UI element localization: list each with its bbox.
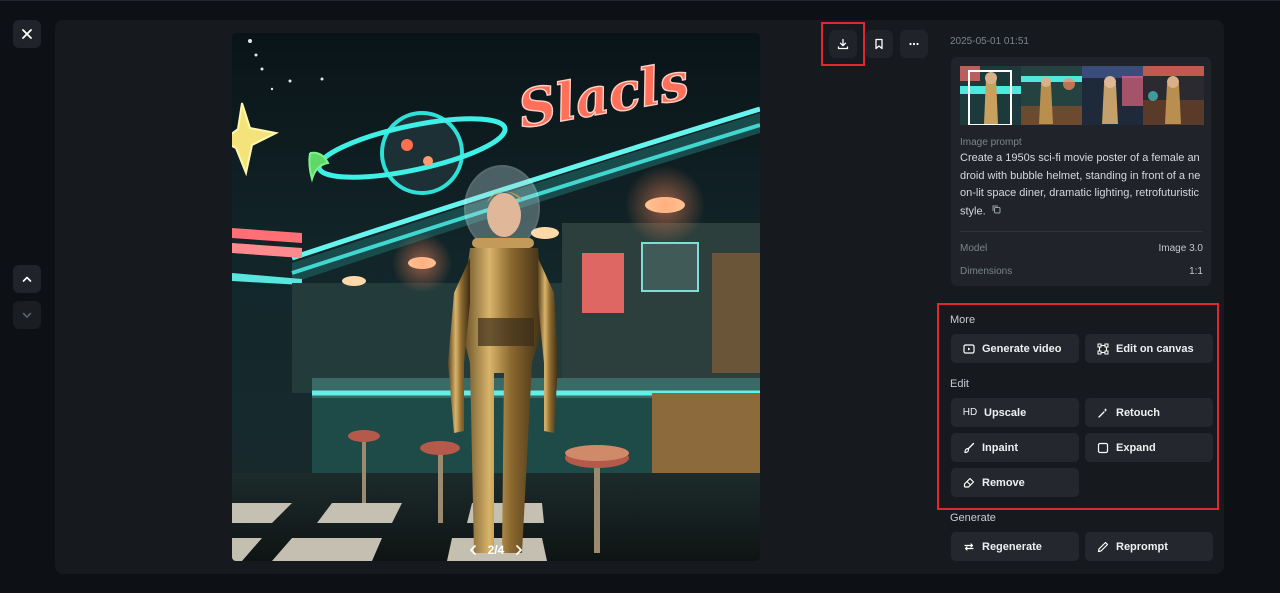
more-horizontal-icon	[909, 42, 919, 46]
retouch-button[interactable]: Retouch	[1085, 398, 1213, 427]
edit-on-canvas-label: Edit on canvas	[1116, 342, 1194, 355]
video-icon	[963, 343, 975, 355]
magic-wand-icon	[1097, 407, 1109, 419]
dimensions-row: Dimensions 1:1	[960, 266, 1203, 277]
expand-button[interactable]: Expand	[1085, 433, 1213, 462]
generated-image[interactable]: Slacls 2/4	[232, 33, 760, 561]
download-icon	[837, 38, 849, 50]
bookmark-icon	[875, 38, 883, 50]
image-pager: 2/4	[232, 543, 760, 557]
pencil-icon	[1097, 541, 1109, 553]
thumbnail-image	[1143, 66, 1204, 125]
close-icon	[22, 29, 32, 39]
copy-prompt-button[interactable]	[992, 203, 1001, 221]
thumbnail-3[interactable]	[1082, 66, 1143, 125]
expand-label: Expand	[1116, 441, 1156, 454]
pager-count: 2/4	[487, 543, 505, 557]
expand-icon	[1097, 442, 1109, 454]
more-options-button[interactable]	[900, 30, 928, 58]
section-edit-label: Edit	[950, 378, 969, 390]
regenerate-button[interactable]: Regenerate	[951, 532, 1079, 561]
upscale-button[interactable]: HD Upscale	[951, 398, 1079, 427]
canvas-icon	[1097, 343, 1109, 355]
refresh-icon	[963, 541, 975, 553]
section-generate-label: Generate	[950, 512, 996, 524]
thumbnail-1[interactable]	[960, 66, 1021, 125]
dimensions-value: 1:1	[1189, 266, 1203, 277]
prompt-text: Create a 1950s sci-fi movie poster of a …	[960, 150, 1203, 221]
chevron-left-icon	[469, 545, 476, 555]
remove-button[interactable]: Remove	[951, 468, 1079, 497]
model-row: Model Image 3.0	[960, 243, 1203, 254]
previous-image-button[interactable]	[13, 265, 41, 293]
generate-video-label: Generate video	[982, 342, 1062, 355]
eraser-icon	[963, 477, 975, 489]
creation-timestamp: 2025-05-01 01:51	[950, 36, 1029, 47]
close-button[interactable]	[13, 20, 41, 48]
image-scene: Slacls	[232, 33, 760, 561]
chevron-down-icon	[22, 312, 32, 318]
copy-icon	[992, 205, 1001, 213]
chevron-up-icon	[22, 276, 32, 282]
inpaint-button[interactable]: Inpaint	[951, 433, 1079, 462]
reprompt-button[interactable]: Reprompt	[1085, 532, 1213, 561]
chevron-right-icon	[516, 545, 523, 555]
top-border	[0, 0, 1280, 1]
thumbnail-image	[1082, 66, 1143, 125]
dimensions-label: Dimensions	[960, 266, 1013, 277]
retouch-label: Retouch	[1116, 406, 1160, 419]
bookmark-button[interactable]	[865, 30, 893, 58]
thumbnail-strip	[960, 66, 1204, 125]
edit-on-canvas-button[interactable]: Edit on canvas	[1085, 334, 1213, 363]
thumbnail-image	[960, 66, 1021, 125]
model-value: Image 3.0	[1158, 243, 1203, 254]
reprompt-label: Reprompt	[1116, 540, 1168, 553]
upscale-label: Upscale	[984, 406, 1027, 419]
prompt-label: Image prompt	[960, 137, 1022, 148]
remove-label: Remove	[982, 476, 1025, 489]
thumbnail-4[interactable]	[1143, 66, 1204, 125]
hd-icon: HD	[962, 407, 978, 418]
thumbnail-image	[1021, 66, 1082, 125]
section-more-label: More	[950, 314, 976, 326]
pager-prev-button[interactable]	[468, 544, 478, 556]
image-info-card: Image prompt Create a 1950s sci-fi movie…	[951, 57, 1211, 286]
regenerate-label: Regenerate	[982, 540, 1042, 553]
model-label: Model	[960, 243, 988, 254]
info-divider	[960, 231, 1203, 232]
download-button[interactable]	[829, 30, 857, 58]
brush-icon	[963, 442, 975, 454]
generate-video-button[interactable]: Generate video	[951, 334, 1079, 363]
inpaint-label: Inpaint	[982, 441, 1019, 454]
pager-next-button[interactable]	[514, 544, 524, 556]
thumbnail-2[interactable]	[1021, 66, 1082, 125]
next-image-button[interactable]	[13, 301, 41, 329]
